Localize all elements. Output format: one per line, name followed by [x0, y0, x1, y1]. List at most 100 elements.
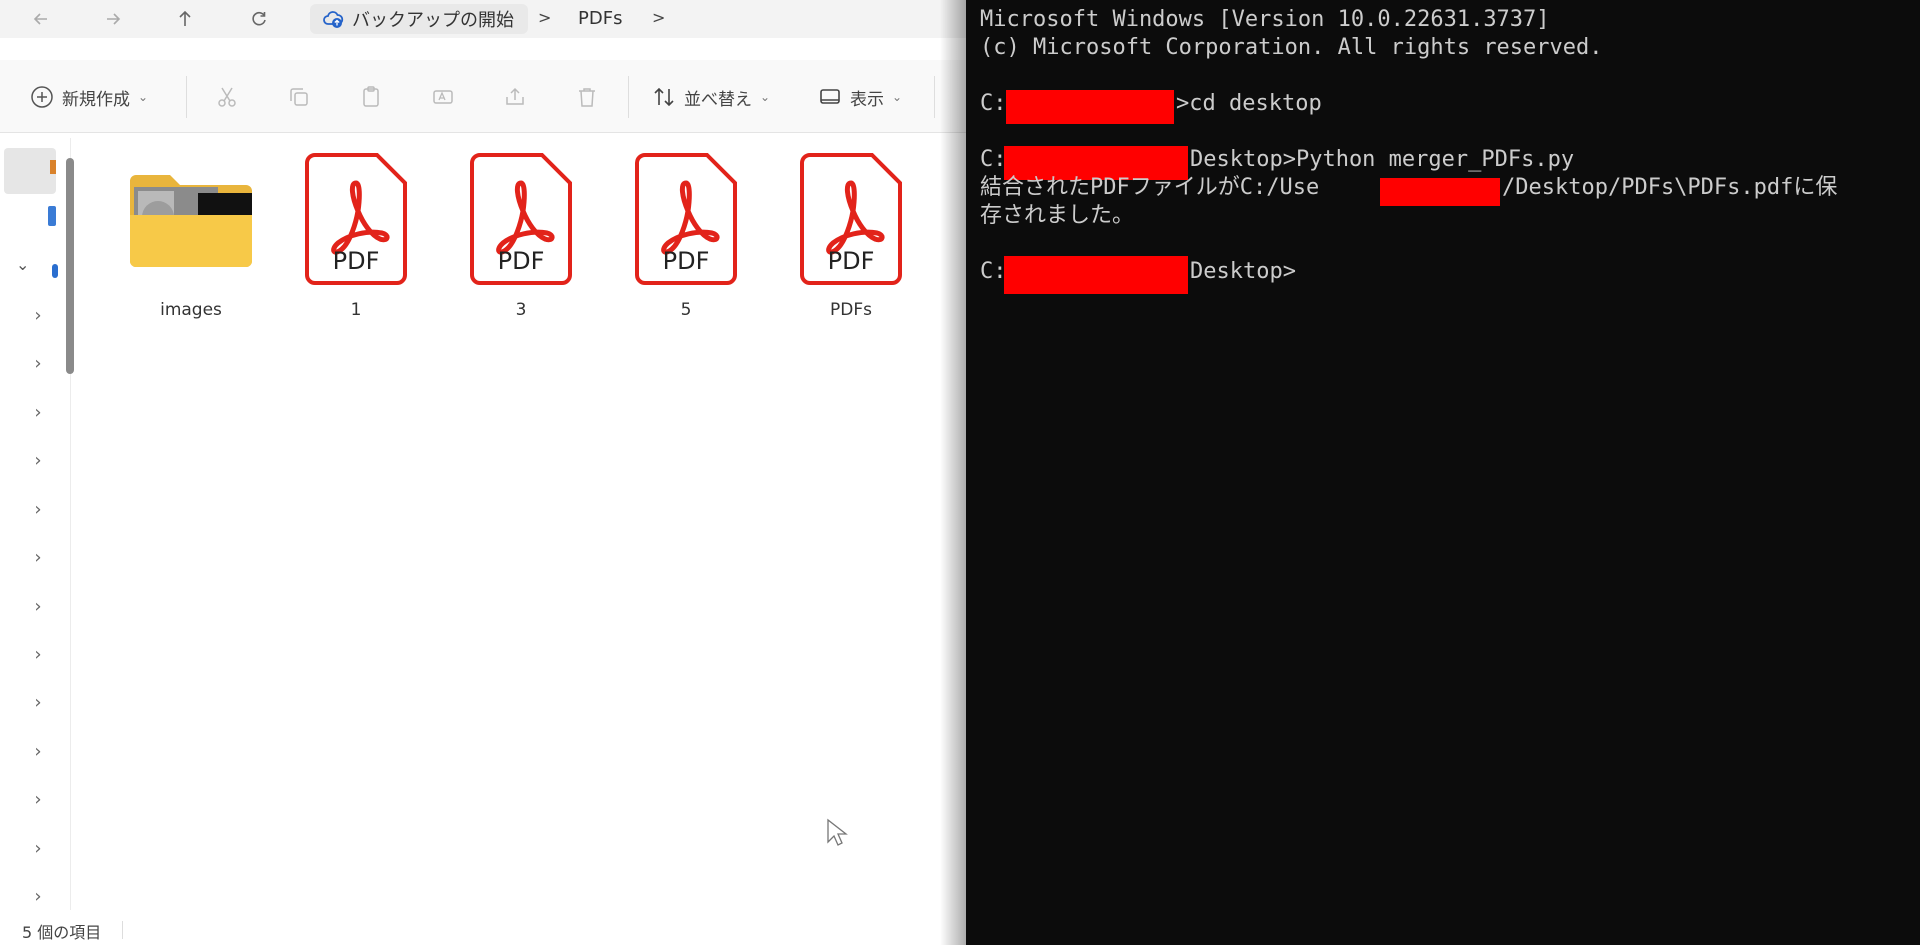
- share-button[interactable]: [500, 82, 530, 112]
- redaction-box: [1380, 178, 1500, 206]
- window-edge-shadow: [940, 0, 966, 945]
- arrow-up-icon: [179, 10, 191, 26]
- new-button[interactable]: 新規作成 ⌄: [30, 80, 148, 114]
- navigation-bar: バックアップの開始 > PDFs >: [0, 0, 966, 38]
- file-item-folder[interactable]: images: [116, 150, 266, 320]
- plus-circle-icon: [31, 86, 53, 108]
- file-name: 3: [515, 300, 527, 320]
- redaction-box: [1006, 90, 1174, 124]
- folder-icon: [116, 150, 266, 290]
- toolbar-divider: [186, 76, 187, 118]
- chevron-right-icon[interactable]: ›: [28, 693, 48, 713]
- arrow-left-icon: [33, 13, 47, 25]
- item-count: 5 個の項目: [22, 923, 102, 942]
- copy-icon: [290, 88, 308, 106]
- sort-arrows-icon: [654, 87, 674, 107]
- file-item-pdf[interactable]: PDF 3: [446, 150, 596, 320]
- chevron-right-icon[interactable]: ›: [28, 839, 48, 859]
- breadcrumb-root-label: バックアップの開始: [352, 10, 514, 31]
- paste-button[interactable]: [356, 82, 386, 112]
- terminal-output: 存されました。: [980, 203, 1135, 228]
- sort-button[interactable]: 並べ替え ⌄: [652, 80, 770, 114]
- file-item-pdf[interactable]: PDF PDFs: [776, 150, 926, 320]
- refresh-icon: [252, 11, 266, 26]
- navigation-pane: ⌄ › › › › › › › › › › › › ›: [0, 138, 82, 910]
- chevron-right-icon[interactable]: ›: [28, 790, 48, 810]
- terminal-prompt-prefix: C:: [980, 259, 1007, 284]
- chevron-down-icon: ⌄: [760, 90, 771, 104]
- file-name: 1: [350, 300, 362, 320]
- home-icon: [50, 160, 56, 174]
- chevron-right-icon[interactable]: ›: [28, 451, 48, 471]
- copy-button[interactable]: [284, 82, 314, 112]
- file-name: PDFs: [830, 300, 872, 320]
- chevron-down-icon: ⌄: [138, 90, 149, 104]
- redaction-box: [1004, 256, 1188, 294]
- terminal-prompt-prefix: C:: [980, 91, 1007, 116]
- chevron-down-icon[interactable]: ⌄: [16, 255, 29, 274]
- file-name: 5: [680, 300, 692, 320]
- pdf-icon-text: PDF: [333, 247, 380, 275]
- terminal-prompt-prefix: C:: [980, 147, 1007, 172]
- share-icon: [506, 87, 524, 105]
- pdf-file-icon: PDF: [776, 150, 926, 290]
- chevron-right-icon[interactable]: ›: [28, 403, 48, 423]
- pdf-file-icon: PDF: [446, 150, 596, 290]
- rename-icon: [433, 90, 453, 104]
- pdf-file-icon: PDF: [281, 150, 431, 290]
- view-button[interactable]: 表示 ⌄: [818, 80, 902, 114]
- nav-scrollbar[interactable]: [66, 158, 74, 374]
- trash-icon: [579, 88, 595, 107]
- file-item-pdf[interactable]: PDF 5: [611, 150, 761, 320]
- delete-button[interactable]: [572, 82, 602, 112]
- arrow-right-icon: [107, 13, 121, 25]
- gallery-icon: [48, 206, 56, 226]
- terminal-line: (c) Microsoft Corporation. All rights re…: [980, 35, 1603, 60]
- toolbar-divider: [628, 76, 629, 118]
- breadcrumb-separator[interactable]: >: [652, 8, 665, 27]
- view-button-label: 表示: [850, 89, 884, 110]
- sort-button-label: 並べ替え: [684, 89, 752, 110]
- view-layout-icon: [820, 89, 840, 104]
- toolbar-divider: [934, 76, 935, 118]
- terminal-window[interactable]: Microsoft Windows [Version 10.0.22631.37…: [966, 0, 1920, 945]
- chevron-right-icon[interactable]: ›: [28, 500, 48, 520]
- status-divider: [122, 921, 123, 939]
- refresh-button[interactable]: [244, 4, 274, 34]
- forward-button[interactable]: [98, 4, 128, 34]
- pdf-icon-text: PDF: [498, 247, 545, 275]
- breadcrumb-root[interactable]: バックアップの開始: [310, 4, 528, 34]
- chevron-right-icon[interactable]: ›: [28, 306, 48, 326]
- chevron-right-icon[interactable]: ›: [28, 645, 48, 665]
- scissors-icon: [218, 87, 236, 107]
- chevron-right-icon[interactable]: ›: [28, 742, 48, 762]
- breadcrumb-separator: >: [538, 8, 552, 27]
- chevron-right-icon[interactable]: ›: [28, 887, 48, 907]
- chevron-right-icon[interactable]: ›: [28, 354, 48, 374]
- chevron-right-icon[interactable]: ›: [28, 548, 48, 568]
- terminal-prompt: Desktop>: [1190, 259, 1296, 284]
- terminal-command: Desktop>Python merger_PDFs.py: [1190, 147, 1575, 172]
- chevron-right-icon[interactable]: ›: [28, 597, 48, 617]
- terminal-command: >cd desktop: [1176, 91, 1322, 116]
- cut-button[interactable]: [212, 82, 242, 112]
- pdf-icon-text: PDF: [828, 247, 875, 275]
- terminal-line: Microsoft Windows [Version 10.0.22631.37…: [980, 7, 1550, 32]
- file-name: images: [160, 300, 222, 320]
- up-button[interactable]: [170, 4, 200, 34]
- file-item-pdf[interactable]: PDF 1: [281, 150, 431, 320]
- pdf-icon-text: PDF: [663, 247, 710, 275]
- file-list: images PDF 1 PDF 3 PDF 5 PDF PDFs: [100, 150, 960, 350]
- new-button-label: 新規作成: [62, 89, 130, 110]
- cloud-icon: [52, 264, 58, 278]
- terminal-output: 結合されたPDFファイルがC:/Use: [980, 175, 1320, 200]
- rename-button[interactable]: [428, 82, 458, 112]
- nav-item-selected[interactable]: [4, 148, 56, 194]
- back-button[interactable]: [26, 4, 56, 34]
- file-explorer-window: バックアップの開始 > PDFs > 新規作成 ⌄ 並べ替え ⌄ 表示 ⌄ ⌄ …: [0, 0, 966, 945]
- breadcrumb-current[interactable]: PDFs: [578, 8, 622, 29]
- mouse-pointer-icon: [827, 818, 848, 846]
- terminal-output: /Desktop/PDFs\PDFs.pdfに保: [1502, 175, 1838, 200]
- pdf-file-icon: PDF: [611, 150, 761, 290]
- clipboard-icon: [363, 86, 379, 107]
